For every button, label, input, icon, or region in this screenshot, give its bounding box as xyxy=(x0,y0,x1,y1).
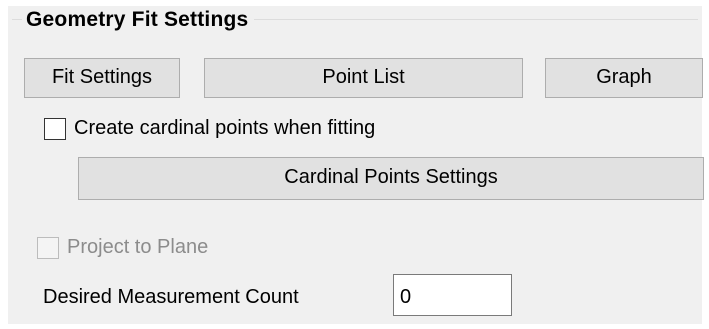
point-list-button[interactable]: Point List xyxy=(204,58,523,98)
project-to-plane-checkbox xyxy=(37,236,59,259)
fit-settings-button[interactable]: Fit Settings xyxy=(24,58,180,98)
desired-measurement-count-label: Desired Measurement Count xyxy=(43,286,299,308)
cardinal-points-settings-button[interactable]: Cardinal Points Settings xyxy=(78,157,704,200)
create-cardinal-points-checkbox[interactable] xyxy=(44,117,66,140)
project-to-plane-option: Project to Plane xyxy=(37,236,208,259)
desired-measurement-count-input[interactable] xyxy=(393,274,512,316)
group-box-title: Geometry Fit Settings xyxy=(22,8,255,32)
create-cardinal-points-label: Create cardinal points when fitting xyxy=(74,117,376,139)
project-to-plane-label: Project to Plane xyxy=(67,236,209,258)
graph-button[interactable]: Graph xyxy=(545,58,703,98)
create-cardinal-points-option[interactable]: Create cardinal points when fitting xyxy=(44,117,375,140)
